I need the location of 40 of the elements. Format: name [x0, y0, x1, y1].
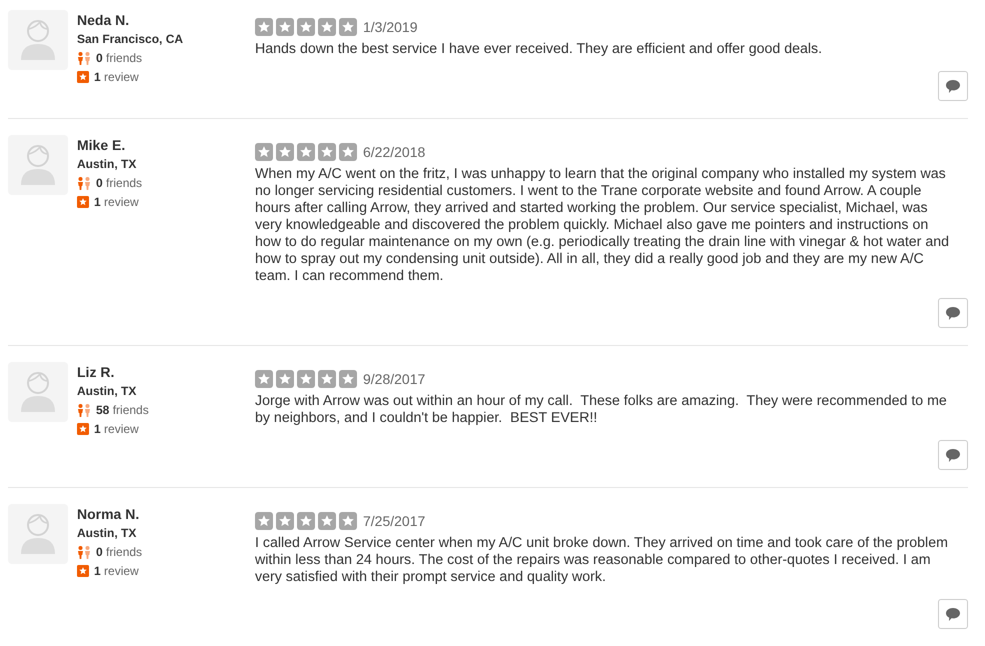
friends-icon: [77, 52, 91, 64]
comment-button[interactable]: [938, 599, 968, 629]
friends-count: 58 friends: [96, 402, 149, 418]
review-text: Jorge with Arrow was out within an hour of my call. These folks are amazing. They were recommended to me by neighbors, and I couldn't be happier. BEST EVER!!: [255, 393, 948, 427]
user-name-link[interactable]: Norma N.: [77, 506, 140, 522]
friends-icon: [77, 176, 91, 190]
speech-bubble-icon: [946, 306, 960, 320]
star-badge-icon: [77, 423, 89, 435]
user-location: Austin, TX: [77, 525, 136, 541]
review-count: 1 review: [94, 194, 139, 210]
friends-count: 0 friends: [96, 544, 142, 560]
friends-icon: [77, 546, 91, 558]
review-count: 1 review: [94, 563, 139, 579]
review-text: I called Arrow Service center when my A/C unit broke down. They arrived on time and took care of the problem within less than 24 hours. The cost of the repairs was reasonable compared to other-quotes I received. I am very satisfied with their prompt service and quality work.: [255, 535, 949, 586]
star-badge-icon: [77, 71, 89, 83]
user-name-link[interactable]: Mike E.: [77, 137, 126, 153]
friends-icon: [77, 404, 91, 416]
review-date: 1/3/2019: [363, 18, 418, 36]
comment-button[interactable]: [938, 298, 968, 328]
review-text: Hands down the best service I have ever received. They are efficient and offer good deals.: [255, 41, 824, 58]
review-date: 7/25/2017: [363, 512, 426, 530]
review-count: 1 review: [94, 69, 139, 85]
comment-button[interactable]: [938, 440, 968, 470]
comment-button[interactable]: [938, 71, 968, 101]
friends-count: 0 friends: [96, 50, 142, 66]
review-text: When my A/C went on the fritz, I was unhappy to learn that the original company who installed my system was no longer servicing residential customers. I went to the Trane corporate website and found Arrow. A couple hours after calling Arrow, they arrived and started working the problem. Our service specialist, Michael, was very knowledgeable and discovered the problem quickly. Michael also gave me pointers and instructions on how to do regular maintenance on my own (e.g. periodically treating the drain line with vinegar & hot water and how to spray out my condensing unit outside). All in all, they did a really good job and they are my new A/C team. I can recommend them.: [255, 166, 950, 285]
speech-bubble-icon: [946, 448, 960, 462]
user-location: Austin, TX: [77, 383, 136, 399]
user-name-link[interactable]: Neda N.: [77, 12, 130, 28]
star-badge-icon: [77, 565, 89, 577]
user-name-link[interactable]: Liz R.: [77, 364, 114, 380]
review-date: 6/22/2018: [363, 143, 426, 161]
speech-bubble-icon: [946, 608, 960, 620]
user-location: Austin, TX: [77, 156, 136, 172]
speech-bubble-icon: [946, 80, 960, 92]
star-badge-icon: [77, 196, 89, 208]
review-date: 9/28/2017: [363, 370, 426, 388]
user-location: San Francisco, CA: [77, 31, 184, 47]
friends-count: 0 friends: [96, 175, 142, 191]
review-count: 1 review: [94, 421, 139, 437]
